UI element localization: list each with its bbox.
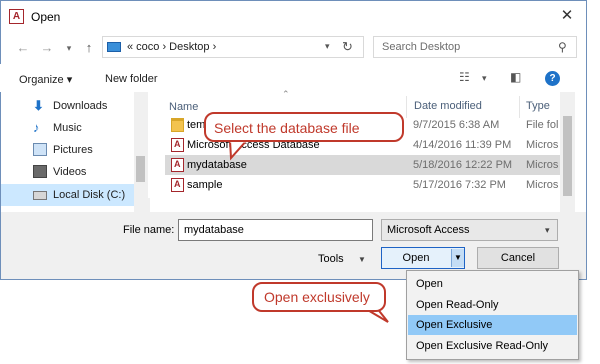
access-file-icon bbox=[171, 138, 184, 152]
sidebar-item-videos[interactable]: Videos bbox=[1, 161, 147, 183]
file-name: sample bbox=[187, 179, 223, 191]
menu-item-label: Open bbox=[416, 278, 443, 290]
sidebar-item-local-disk[interactable]: Local Disk (C:) bbox=[1, 184, 147, 206]
file-date: 9/7/2015 6:38 AM bbox=[413, 119, 500, 131]
videos-icon bbox=[33, 165, 47, 178]
address-path: « coco › Desktop › bbox=[127, 41, 217, 53]
column-header-type[interactable]: Type bbox=[526, 100, 550, 112]
column-header-name[interactable]: Name bbox=[169, 101, 198, 113]
file-date: 5/18/2016 12:22 PM bbox=[413, 159, 513, 171]
sidebar-item-pictures[interactable]: Pictures bbox=[1, 139, 147, 161]
forward-arrow-icon[interactable]: → bbox=[40, 41, 54, 55]
view-dropdown-icon[interactable]: ▾ bbox=[482, 73, 487, 84]
horizontal-scrollbar[interactable] bbox=[140, 198, 150, 212]
menu-item-label: Open Read-Only bbox=[416, 299, 499, 311]
download-icon: ⬇ bbox=[33, 98, 44, 113]
music-icon: ♪ bbox=[33, 120, 40, 135]
sidebar-item-music[interactable]: ♪ Music bbox=[1, 117, 147, 139]
back-arrow-icon[interactable]: ← bbox=[16, 41, 30, 55]
chevron-down-icon[interactable]: ▾ bbox=[545, 225, 550, 236]
file-date: 4/14/2016 11:39 PM bbox=[413, 139, 512, 151]
file-type: File fol bbox=[526, 119, 559, 131]
access-app-icon: A bbox=[9, 9, 24, 24]
file-name: tem bbox=[187, 119, 206, 131]
folder-icon bbox=[171, 118, 184, 132]
sidebar-item-label: Music bbox=[53, 122, 82, 134]
sidebar-item-label: Pictures bbox=[53, 144, 93, 156]
file-name-label: File name: bbox=[123, 224, 175, 236]
sidebar-item-downloads[interactable]: ⬇ Downloads bbox=[1, 95, 147, 117]
tools-dropdown-icon[interactable]: ▼ bbox=[358, 255, 366, 264]
desktop-icon bbox=[107, 42, 121, 52]
new-folder-button[interactable]: New folder bbox=[105, 73, 158, 85]
up-arrow-icon[interactable]: ↑ bbox=[82, 41, 96, 55]
file-row[interactable]: sample 5/17/2016 7:32 PM Micros bbox=[165, 175, 562, 195]
dialog-title: Open bbox=[31, 10, 61, 24]
navigation-pane: ⬇ Downloads ♪ Music Pictures Videos Loca… bbox=[1, 92, 148, 212]
access-file-icon bbox=[171, 158, 184, 172]
close-button[interactable]: ✕ bbox=[556, 5, 578, 27]
access-file-icon bbox=[171, 178, 184, 192]
callout-open-exclusively: Open exclusively bbox=[252, 282, 386, 312]
callout-select-file: Select the database file bbox=[204, 112, 404, 142]
help-icon[interactable]: ? bbox=[545, 71, 560, 86]
cancel-button[interactable]: Cancel bbox=[477, 247, 559, 269]
sidebar-item-label: Videos bbox=[53, 166, 87, 178]
search-placeholder: Search Desktop bbox=[382, 41, 461, 53]
sidebar-item-label: Local Disk (C:) bbox=[53, 189, 126, 201]
menu-item-open[interactable]: Open bbox=[408, 274, 577, 294]
open-split-button[interactable]: Open ▼ bbox=[381, 247, 465, 269]
recent-locations-icon[interactable]: ▾ bbox=[62, 41, 76, 55]
navigation-scrollbar-thumb[interactable] bbox=[136, 156, 145, 182]
callout-text: Select the database file bbox=[214, 120, 360, 136]
menu-item-open-read-only[interactable]: Open Read-Only bbox=[408, 295, 577, 315]
address-dropdown-icon[interactable]: ▾ bbox=[325, 41, 330, 52]
column-header-date-modified[interactable]: Date modified bbox=[414, 100, 482, 112]
file-name-field[interactable]: mydatabase bbox=[178, 219, 373, 241]
refresh-icon[interactable]: ↻ bbox=[342, 39, 353, 55]
pictures-icon bbox=[33, 143, 47, 156]
open-options-menu: Open Open Read-Only Open Exclusive Open … bbox=[406, 270, 579, 360]
file-list-scrollbar-thumb[interactable] bbox=[563, 116, 572, 196]
sort-ascending-icon: ⌃ bbox=[282, 89, 290, 99]
title-bar: A Open ✕ bbox=[1, 1, 586, 32]
menu-item-label: Open Exclusive Read-Only bbox=[416, 340, 549, 352]
menu-item-open-exclusive-read-only[interactable]: Open Exclusive Read-Only bbox=[408, 336, 577, 356]
file-date: 5/17/2016 7:32 PM bbox=[413, 179, 506, 191]
organize-button[interactable]: Organize ▾ bbox=[19, 73, 72, 86]
search-input[interactable]: Search Desktop ⚲ bbox=[373, 36, 577, 58]
toolbar: Organize ▾ New folder ☷ ▾ ◧ ? bbox=[0, 64, 585, 92]
disk-icon bbox=[33, 191, 47, 200]
view-options-icon[interactable]: ☷ bbox=[459, 70, 470, 84]
menu-item-open-exclusive[interactable]: Open Exclusive bbox=[408, 315, 577, 335]
file-name: mydatabase bbox=[187, 159, 247, 171]
open-button[interactable]: Open bbox=[382, 252, 450, 264]
open-dropdown-arrow-icon[interactable]: ▼ bbox=[452, 249, 464, 267]
search-icon: ⚲ bbox=[558, 40, 567, 54]
file-type: Micros bbox=[526, 139, 559, 151]
file-type-select[interactable]: Microsoft Access bbox=[381, 219, 558, 241]
tools-button[interactable]: Tools bbox=[318, 253, 344, 265]
file-type: Micros bbox=[526, 179, 559, 191]
file-type: Micros bbox=[526, 159, 559, 171]
navigation-scrollbar[interactable] bbox=[134, 92, 148, 212]
callout-text: Open exclusively bbox=[264, 289, 370, 305]
sidebar-item-label: Downloads bbox=[53, 100, 108, 112]
menu-item-label: Open Exclusive bbox=[416, 319, 493, 331]
preview-pane-icon[interactable]: ◧ bbox=[510, 70, 521, 84]
